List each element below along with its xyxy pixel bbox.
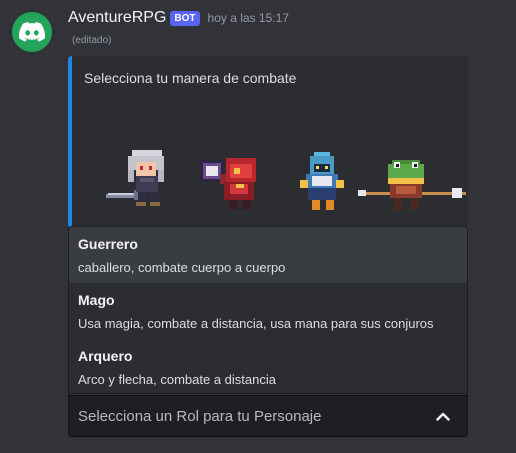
archer-sprite-icon: [358, 160, 466, 210]
option-description: caballero, combate cuerpo a cuerpo: [78, 260, 286, 275]
embed: Selecciona tu manera de combate: [68, 56, 468, 228]
edited-label: (editado): [72, 35, 112, 46]
avatar[interactable]: [12, 12, 52, 52]
embed-accent-bar: [68, 56, 72, 228]
select-options-list: Guerrero caballero, combate cuerpo a cue…: [68, 226, 468, 394]
knight-sprite-icon: [106, 150, 164, 206]
option-guerrero[interactable]: Guerrero caballero, combate cuerpo a cue…: [69, 227, 467, 283]
option-description: Arco y flecha, combate a distancia: [78, 372, 276, 387]
timestamp: hoy a las 15:17: [207, 11, 289, 25]
message-header: AventureRPG BOT hoy a las 15:17: [68, 7, 289, 29]
mage-sprite-icon: [300, 152, 344, 210]
bot-badge: BOT: [170, 10, 200, 26]
option-description: Usa magia, combate a distancia, usa mana…: [78, 316, 434, 331]
embed-description: Selecciona tu manera de combate: [84, 70, 297, 86]
username[interactable]: AventureRPG: [68, 9, 166, 27]
previous-message-edge: [0, 0, 516, 6]
option-label: Arquero: [78, 348, 133, 364]
discord-logo-icon: [19, 22, 45, 42]
chevron-up-icon[interactable]: [431, 404, 455, 428]
option-label: Guerrero: [78, 236, 138, 252]
option-arquero[interactable]: Arquero Arco y flecha, combate a distanc…: [69, 339, 467, 393]
option-mago[interactable]: Mago Usa magia, combate a distancia, usa…: [69, 283, 467, 339]
select-placeholder: Selecciona un Rol para tu Personaje: [78, 407, 322, 425]
option-label: Mago: [78, 292, 115, 308]
warrior-sprite-icon: [200, 158, 256, 210]
role-select-menu[interactable]: Selecciona un Rol para tu Personaje: [68, 395, 468, 437]
